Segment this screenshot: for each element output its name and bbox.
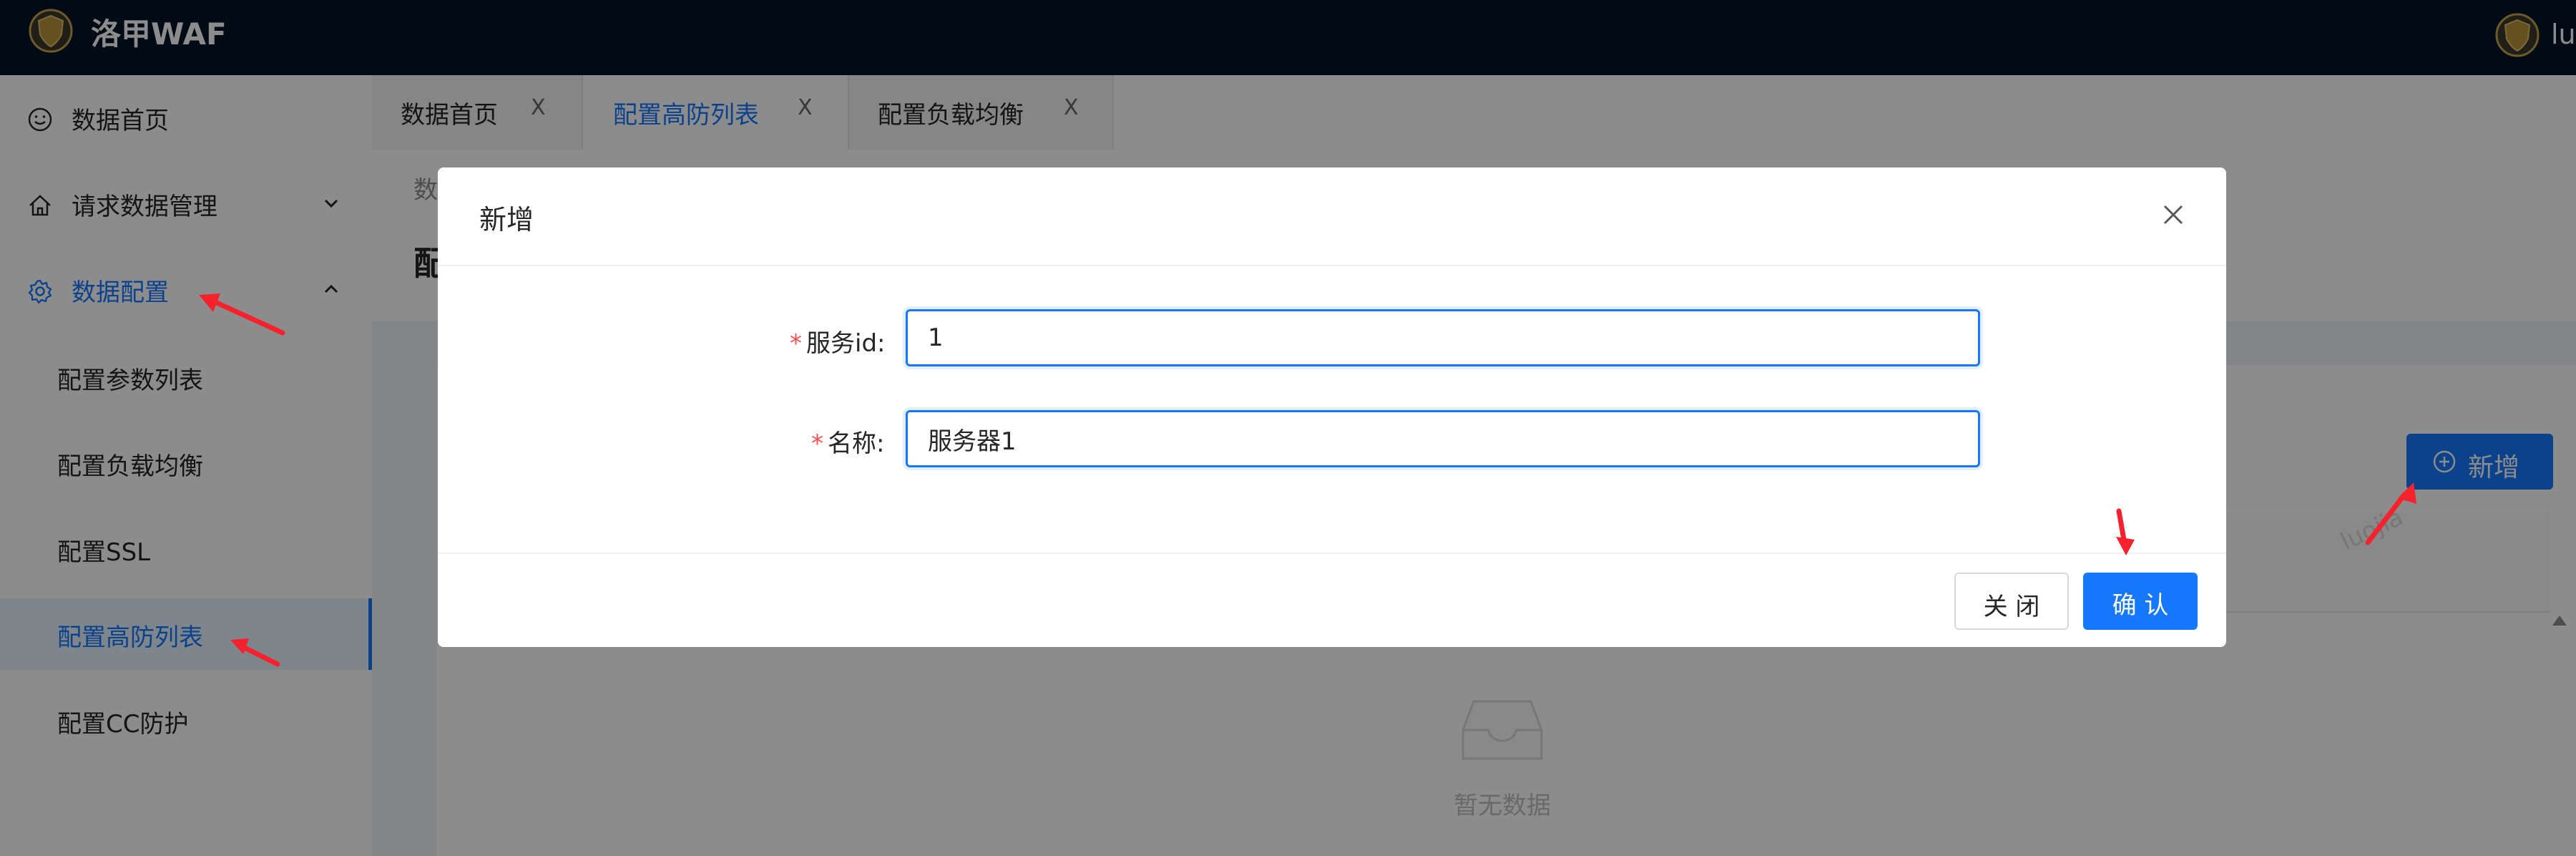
close-button[interactable]: 关 闭 (1954, 573, 2069, 630)
annotation-arrow (2116, 508, 2135, 555)
confirm-button-label: 确 认 (2112, 591, 2169, 620)
field-label: 服务id: (806, 329, 886, 358)
confirm-button[interactable]: 确 认 (2083, 573, 2198, 630)
name-label: * 名称: (811, 424, 884, 459)
add-modal: 新增 *服务id: *名称: 关 闭 确 认 (438, 167, 2226, 647)
modal-header-divider (438, 265, 2226, 266)
name-input[interactable] (906, 410, 1980, 467)
field-label: 名称: (828, 429, 885, 458)
required-mark: * (790, 329, 802, 358)
annotation-arrow (199, 293, 285, 336)
close-icon[interactable] (2160, 202, 2186, 228)
annotation-arrow (2365, 482, 2416, 545)
required-mark: * (811, 429, 823, 458)
modal-title: 新增 (479, 204, 534, 235)
modal-footer-divider (438, 553, 2226, 554)
service-id-input[interactable] (906, 309, 1980, 366)
annotation-arrow (230, 638, 280, 667)
close-button-label: 关 闭 (1983, 593, 2040, 621)
service-id-label: * 服务id: (790, 324, 885, 359)
